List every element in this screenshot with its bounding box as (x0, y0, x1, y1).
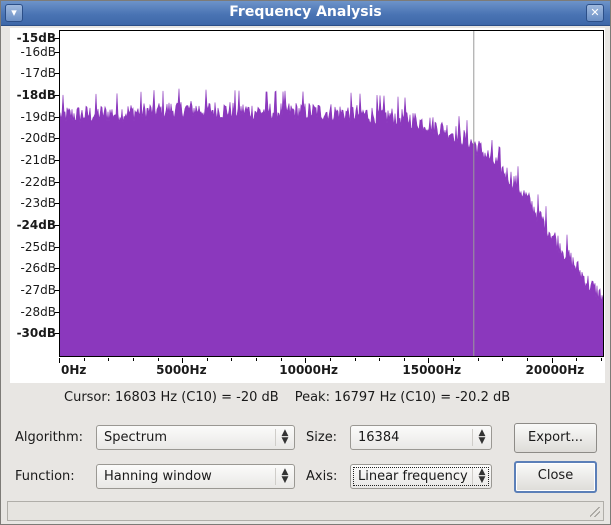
x-tick-mark (329, 358, 331, 361)
x-tick-mark (477, 358, 479, 361)
spectrum-plot[interactable] (59, 30, 604, 357)
y-tick-label: -25dB (20, 239, 56, 254)
frequency-analysis-window: ▾ Frequency Analysis ✕ -15dB -16dB -17dB -1… (0, 0, 611, 525)
x-tick-mark (83, 358, 85, 361)
x-tick-mark (280, 358, 282, 361)
function-select[interactable]: Hanning window ▲ ▼ (96, 464, 295, 489)
x-tick-mark (354, 358, 356, 361)
y-tick-label: -22dB (20, 174, 56, 189)
x-tick-mark (206, 358, 208, 361)
y-tick-label: -20dB (20, 131, 56, 146)
window-title: Frequency Analysis (229, 4, 382, 20)
close-button[interactable]: Close (514, 461, 597, 493)
x-tick-mark (526, 358, 528, 361)
size-label: Size: (306, 430, 338, 445)
y-tick-label: -19dB (20, 109, 56, 124)
combo-arrows-icon: ▲ ▼ (275, 468, 290, 485)
y-tick-label: -16dB (20, 44, 56, 59)
x-tick-mark (256, 358, 257, 361)
spectrum-series (60, 88, 603, 356)
spectrum-panel: -15dB -16dB -17dB -18dB -19dB -20dB -21dB -22dB… (10, 28, 605, 383)
axis-label: Axis: (306, 469, 338, 484)
x-tick-mark (108, 358, 110, 361)
x-tick-mark (600, 358, 602, 361)
x-tick-label: 20000Hz (525, 363, 585, 377)
readout: Cursor: 16803 Hz (C10) = -20 dB Peak: 167… (64, 390, 510, 405)
x-tick-mark (502, 358, 504, 361)
x-axis: 0Hz 5000Hz 10000Hz 15000Hz 20000Hz (59, 358, 604, 383)
x-tick-label: 5000Hz (156, 363, 207, 377)
resize-grip-icon[interactable] (590, 507, 600, 517)
x-tick-mark (379, 358, 381, 361)
function-value: Hanning window (104, 469, 212, 484)
algorithm-select[interactable]: Spectrum ▲ ▼ (96, 425, 295, 450)
y-tick-label: -17dB (20, 66, 56, 81)
axis-select[interactable]: Linear frequency ▲ ▼ (350, 464, 492, 489)
x-tick-mark (403, 358, 405, 361)
x-tick-mark (576, 358, 578, 361)
combo-arrows-icon: ▲ ▼ (472, 429, 487, 446)
axis-value: Linear frequency (358, 469, 468, 484)
x-tick-label: 15000Hz (402, 363, 462, 377)
x-tick-mark (132, 358, 134, 361)
export-button[interactable]: Export... (514, 423, 597, 453)
y-tick-label: -23dB (20, 196, 56, 211)
x-tick-mark (157, 358, 159, 361)
algorithm-label: Algorithm: (15, 430, 84, 445)
spectrum-svg (60, 31, 603, 356)
y-tick-label: -24dB (16, 218, 56, 232)
combo-arrows-icon: ▲ ▼ (275, 429, 290, 446)
close-icon[interactable]: ✕ (586, 4, 604, 22)
cursor-readout: Cursor: 16803 Hz (C10) = -20 dB (64, 390, 279, 405)
x-tick-label: 0Hz (61, 363, 87, 377)
y-tick-label: -30dB (16, 326, 56, 341)
y-tick-label: -26dB (20, 261, 56, 276)
status-bar (7, 501, 604, 521)
y-axis: -15dB -16dB -17dB -18dB -19dB -20dB -21dB -22dB… (10, 28, 59, 358)
peak-readout: Peak: 16797 Hz (C10) = -20.2 dB (294, 390, 511, 405)
algorithm-value: Spectrum (104, 430, 167, 445)
x-tick-label: 10000Hz (279, 363, 339, 377)
y-tick-label: -15dB (16, 31, 56, 45)
title-bar[interactable]: ▾ Frequency Analysis ✕ (1, 1, 610, 26)
y-tick-label: -21dB (20, 153, 56, 167)
y-tick-label: -28dB (20, 304, 56, 319)
y-tick-label: -27dB (20, 283, 56, 297)
y-tick-label: -18dB (16, 88, 56, 102)
x-tick-mark (59, 358, 60, 363)
combo-arrows-icon: ▲ ▼ (472, 468, 487, 485)
size-value: 16384 (358, 430, 400, 445)
x-tick-mark (231, 358, 233, 361)
function-label: Function: (15, 469, 75, 484)
x-tick-mark (453, 358, 454, 361)
size-select[interactable]: 16384 ▲ ▼ (350, 425, 492, 450)
